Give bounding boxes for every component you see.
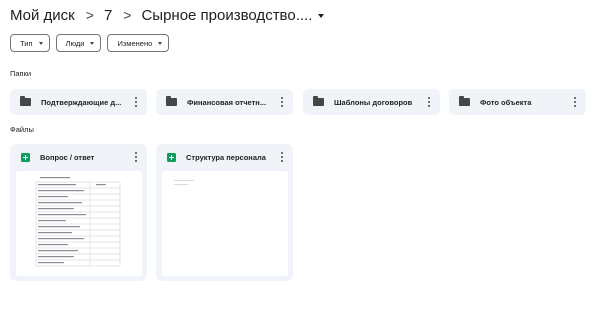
more-actions-icon[interactable] [279, 97, 285, 107]
more-actions-icon[interactable] [426, 97, 432, 107]
folder-icon [166, 96, 177, 106]
file-thumbnail [162, 171, 288, 276]
more-actions-icon[interactable] [133, 152, 139, 162]
spreadsheet-thumbnail-image [35, 177, 121, 267]
folder-name: Фото объекта [480, 97, 532, 107]
folder-name: Подтверждающие д... [41, 97, 122, 107]
caret-down-icon [90, 41, 95, 45]
breadcrumb: Мой диск > 7 > Сырное производство.... [9, 4, 325, 26]
filter-modified-chip[interactable]: Изменено [107, 34, 170, 52]
folder-name: Финансовая отчетн... [187, 97, 267, 107]
more-actions-icon[interactable] [133, 97, 139, 107]
drive-folder-view: Мой диск > 7 > Сырное производство.... Т… [0, 0, 592, 311]
breadcrumb-current-label: Сырное производство.... [141, 6, 313, 24]
filter-type-chip[interactable]: Тип [10, 34, 50, 52]
more-actions-icon[interactable] [279, 152, 285, 162]
folder-icon [20, 96, 31, 106]
file-card[interactable]: Вопрос / ответ [10, 144, 147, 281]
google-sheets-icon [21, 152, 30, 162]
folder-card[interactable]: Финансовая отчетн... [156, 89, 293, 115]
breadcrumb-root[interactable]: Мой диск [9, 7, 76, 24]
filter-bar: Тип Люди Изменено [10, 34, 175, 52]
caret-down-icon [158, 41, 163, 45]
caret-down-icon [38, 41, 43, 45]
breadcrumb-separator-icon: > [85, 7, 94, 23]
folder-card[interactable]: Подтверждающие д... [10, 89, 147, 115]
folder-icon [459, 96, 470, 106]
more-actions-icon[interactable] [572, 97, 578, 107]
file-card-header: Вопрос / ответ [10, 144, 147, 170]
breadcrumb-separator-icon: > [123, 7, 132, 23]
filter-people-chip[interactable]: Люди [55, 34, 102, 52]
file-thumbnail [16, 171, 142, 276]
files-heading: Файлы [10, 125, 34, 134]
filter-type-label: Тип [20, 38, 33, 48]
google-sheets-icon [167, 152, 176, 162]
file-name: Вопрос / ответ [40, 152, 95, 162]
caret-down-icon [318, 13, 325, 18]
filter-people-label: Люди [65, 38, 85, 48]
folder-card[interactable]: Шаблоны договоров [303, 89, 440, 115]
spreadsheet-thumbnail-image [174, 180, 194, 185]
folder-icon [313, 96, 324, 106]
folder-name: Шаблоны договоров [334, 97, 413, 107]
folders-heading: Папки [10, 69, 32, 78]
filter-modified-label: Изменено [117, 38, 153, 48]
file-card-header: Структура персонала [156, 144, 293, 170]
folder-card[interactable]: Фото объекта [449, 89, 586, 115]
file-card[interactable]: Структура персонала [156, 144, 293, 281]
breadcrumb-level1[interactable]: 7 [103, 7, 113, 24]
file-name: Структура персонала [186, 152, 266, 162]
breadcrumb-current[interactable]: Сырное производство.... [140, 7, 325, 24]
